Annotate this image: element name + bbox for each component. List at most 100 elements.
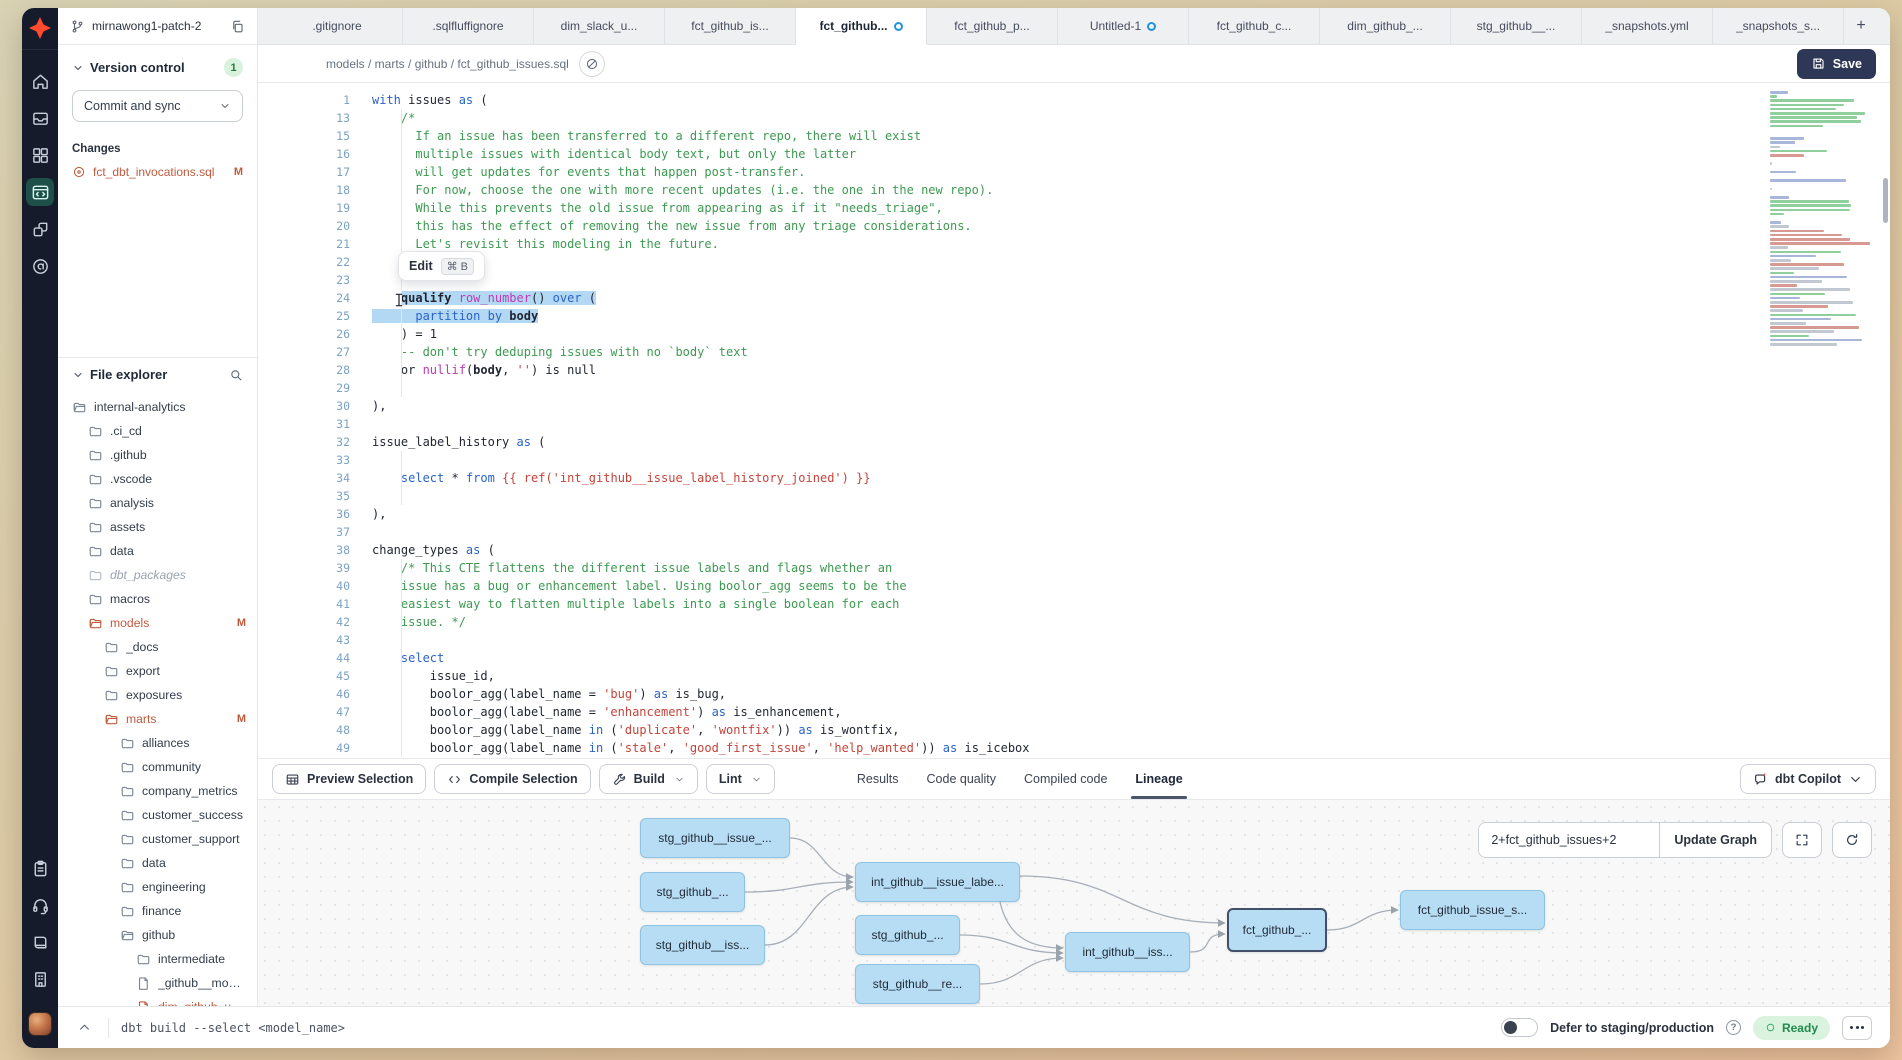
tree-item-analysis[interactable]: analysis: [58, 491, 257, 515]
tab-dim_github_...[interactable]: dim_github_...: [1320, 8, 1451, 44]
preview-selection-button[interactable]: Preview Selection: [272, 764, 426, 794]
tree-item-dim_github_users.sql[interactable]: dim_github_users.sql: [58, 995, 257, 1006]
tree-item-export[interactable]: export: [58, 659, 257, 683]
tree-item-company_metrics[interactable]: company_metrics: [58, 779, 257, 803]
tree-item-data[interactable]: data: [58, 851, 257, 875]
tree-item-_github__models.yml[interactable]: _github__models.yml: [58, 971, 257, 995]
code-line-19[interactable]: 19 While this prevents the old issue fro…: [258, 199, 1890, 217]
code-line-16[interactable]: 16 multiple issues with identical body t…: [258, 145, 1890, 163]
tree-item-.github[interactable]: .github: [58, 443, 257, 467]
save-button[interactable]: Save: [1797, 49, 1876, 79]
rail-item-clipboard[interactable]: [26, 854, 54, 882]
lineage-node-fct_github_[interactable]: fct_github_...: [1227, 908, 1327, 952]
tree-item-exposures[interactable]: exposures: [58, 683, 257, 707]
code-line-23[interactable]: 23: [258, 271, 1890, 289]
more-options-button[interactable]: [1842, 1016, 1872, 1040]
code-line-44[interactable]: 44 select: [258, 649, 1890, 667]
tab-.sqlfluffignore[interactable]: .sqlfluffignore: [403, 8, 534, 44]
tab-_snapshots_s...[interactable]: _snapshots_s...: [1713, 8, 1844, 44]
tree-item-engineering[interactable]: engineering: [58, 875, 257, 899]
tree-item-community[interactable]: community: [58, 755, 257, 779]
docs-slash-circle-button[interactable]: [579, 51, 605, 77]
tree-item-.ci_cd[interactable]: .ci_cd: [58, 419, 257, 443]
build-button[interactable]: Build: [599, 764, 698, 794]
scrollbar-thumb[interactable]: [1883, 178, 1888, 223]
code-line-18[interactable]: 18 For now, choose the one with more rec…: [258, 181, 1890, 199]
rail-item-layers[interactable]: [26, 104, 54, 132]
rail-item-codewin[interactable]: [26, 178, 54, 206]
tree-item-macros[interactable]: macros: [58, 587, 257, 611]
code-line-36[interactable]: 36),: [258, 505, 1890, 523]
tab-dim_slack_u...[interactable]: dim_slack_u...: [534, 8, 665, 44]
rail-item-book[interactable]: [26, 928, 54, 956]
result-tab-code-quality[interactable]: Code quality: [913, 759, 1011, 799]
rail-item-compass[interactable]: [26, 252, 54, 280]
edit-popover[interactable]: Edit ⌘ B: [398, 251, 485, 281]
lineage-graph[interactable]: stg_github__issue_... stg_github_... stg_g…: [258, 800, 1890, 1006]
lineage-node-stg_github__re[interactable]: stg_github__re...: [855, 964, 980, 1004]
tab-fct_github_c...[interactable]: fct_github_c...: [1189, 8, 1320, 44]
code-line-17[interactable]: 17 will get updates for events that happ…: [258, 163, 1890, 181]
code-line-41[interactable]: 41 easiest way to flatten multiple label…: [258, 595, 1890, 613]
tree-item-data[interactable]: data: [58, 539, 257, 563]
new-tab-button[interactable]: +: [1844, 8, 1878, 44]
code-line-20[interactable]: 20 this has the effect of removing the n…: [258, 217, 1890, 235]
expand-command-bar-button[interactable]: [72, 1016, 96, 1040]
graph-selector-input[interactable]: [1479, 823, 1659, 857]
code-line-33[interactable]: 33: [258, 451, 1890, 469]
tab-Untitled-1[interactable]: Untitled-1: [1058, 8, 1189, 44]
code-line-46[interactable]: 46 boolor_agg(label_name = 'bug') as is_…: [258, 685, 1890, 703]
tree-item-github[interactable]: github: [58, 923, 257, 947]
code-line-45[interactable]: 45 issue_id,: [258, 667, 1890, 685]
tree-item-marts[interactable]: martsM: [58, 707, 257, 731]
user-avatar[interactable]: [28, 1012, 52, 1036]
lineage-node-int_github__issue_labe[interactable]: int_github__issue_labe...: [855, 862, 1020, 902]
tab-fct_github_p...[interactable]: fct_github_p...: [927, 8, 1058, 44]
tree-item-customer_support[interactable]: customer_support: [58, 827, 257, 851]
code-line-15[interactable]: 15 If an issue has been transferred to a…: [258, 127, 1890, 145]
lineage-node-stg_github_[interactable]: stg_github_...: [855, 915, 960, 955]
commit-and-sync-dropdown[interactable]: Commit and sync: [72, 90, 243, 122]
tree-item-alliances[interactable]: alliances: [58, 731, 257, 755]
tab-.gitignore[interactable]: .gitignore: [272, 8, 403, 44]
code-line-37[interactable]: 37: [258, 523, 1890, 541]
changed-file[interactable]: fct_dbt_invocations.sqlM: [72, 165, 243, 179]
tree-item-dbt_packages[interactable]: dbt_packages: [58, 563, 257, 587]
refresh-button[interactable]: [1832, 822, 1872, 858]
code-line-43[interactable]: 43: [258, 631, 1890, 649]
code-line-24[interactable]: 24 qualify row_number() over (: [258, 289, 1890, 307]
update-graph-button[interactable]: Update Graph: [1659, 823, 1771, 857]
code-line-22[interactable]: 22: [258, 253, 1890, 271]
lineage-node-stg_github__issue_[interactable]: stg_github__issue_...: [640, 818, 790, 858]
file-explorer-header[interactable]: File explorer: [58, 357, 257, 391]
lineage-node-int_github__iss[interactable]: int_github__iss...: [1065, 932, 1190, 972]
code-line-32[interactable]: 32issue_label_history as (: [258, 433, 1890, 451]
tree-item-finance[interactable]: finance: [58, 899, 257, 923]
rail-item-branchout[interactable]: [26, 215, 54, 243]
tab-_snapshots.yml[interactable]: _snapshots.yml: [1582, 8, 1713, 44]
defer-toggle[interactable]: [1501, 1018, 1538, 1037]
search-icon[interactable]: [229, 368, 243, 382]
dbt-copilot-button[interactable]: dbt Copilot: [1740, 764, 1876, 794]
result-tab-compiled-code[interactable]: Compiled code: [1010, 759, 1121, 799]
tab-fct_github_is...[interactable]: fct_github_is...: [665, 8, 796, 44]
rail-item-headset[interactable]: [26, 891, 54, 919]
fullscreen-button[interactable]: [1782, 822, 1822, 858]
rail-item-home[interactable]: [26, 67, 54, 95]
rail-item-building[interactable]: [26, 965, 54, 993]
lineage-node-stg_github_[interactable]: stg_github_...: [640, 872, 745, 912]
code-line-35[interactable]: 35: [258, 487, 1890, 505]
code-line-26[interactable]: 26 ) = 1: [258, 325, 1890, 343]
help-icon[interactable]: ?: [1726, 1020, 1741, 1035]
code-editor[interactable]: 1with issues as (13 /*15 If an issue has…: [258, 83, 1890, 758]
code-line-30[interactable]: 30),: [258, 397, 1890, 415]
lint-button[interactable]: Lint: [706, 764, 775, 794]
tree-item-intermediate[interactable]: intermediate: [58, 947, 257, 971]
copy-icon[interactable]: [230, 19, 245, 34]
code-line-1[interactable]: 1with issues as (: [258, 91, 1890, 109]
tree-item-assets[interactable]: assets: [58, 515, 257, 539]
code-line-27[interactable]: 27 -- don't try deduping issues with no …: [258, 343, 1890, 361]
code-line-13[interactable]: 13 /*: [258, 109, 1890, 127]
code-line-29[interactable]: 29: [258, 379, 1890, 397]
code-line-25[interactable]: 25 partition by body: [258, 307, 1890, 325]
